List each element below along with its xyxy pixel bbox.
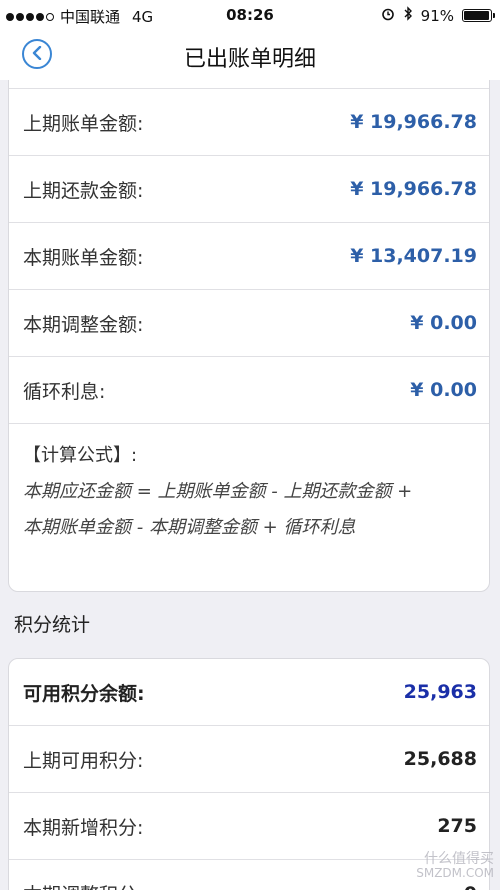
points-row-value: 25,688 (403, 748, 477, 770)
watermark-line: 什么值得买 (424, 851, 494, 867)
points-row-label: 本期新增积分: (23, 816, 144, 839)
bill-row-label: 循环利息: (23, 380, 106, 403)
points-row-label: 可用积分余额: (23, 682, 145, 705)
formula-title: 【计算公式】: (23, 445, 138, 466)
bill-row: 上期还款金额: ¥ 19,966.78 (9, 156, 489, 223)
bill-row-value: ¥ 0.00 (410, 312, 477, 334)
watermark: 什么值得买 SMZDM.COM (416, 852, 494, 880)
page-title: 已出账单明细 (183, 47, 316, 72)
bill-row-value: ¥ 19,966.78 (350, 178, 477, 200)
alarm-icon (381, 7, 395, 25)
points-row: 上期可用积分: 25,688 (9, 726, 489, 793)
formula-line: 本期应还金额 = 上期账单金额 - 上期还款金额 + (23, 481, 413, 502)
scroll-content[interactable]: 上期账单金额: ¥ 19,966.78 上期还款金额: ¥ 19,966.78 … (0, 80, 500, 890)
points-row-value: 25,963 (403, 681, 477, 703)
points-row-label: 上期可用积分: (23, 749, 144, 772)
points-row-value: 0 (464, 883, 477, 890)
points-row-label: 本期调整积分: (23, 880, 143, 890)
bill-row-label: 上期还款金额: (23, 179, 144, 202)
bill-row-value: ¥ 13,407.19 (350, 245, 477, 267)
bill-row: 本期账单金额: ¥ 13,407.19 (9, 223, 489, 290)
points-row: 本期新增积分: 275 (9, 793, 489, 860)
status-bar: 中国联通 4G 08:26 91% (0, 0, 500, 30)
battery-percent: 91% (420, 6, 454, 25)
bill-row-label: 上期账单金额: (23, 112, 144, 135)
watermark-line: SMZDM.COM (416, 866, 494, 880)
status-right: 91% (381, 6, 495, 25)
battery-fill (464, 11, 490, 20)
bill-row: 本期调整金额: ¥ 0.00 (9, 290, 489, 357)
points-row: 可用积分余额: 25,963 (9, 659, 489, 726)
bill-row-value: ¥ 19,966.78 (350, 111, 477, 133)
section-title-points: 积分统计 (14, 614, 91, 636)
nav-bar: 已出账单明细 (0, 30, 500, 80)
formula-block: 【计算公式】: 本期应还金额 = 上期账单金额 - 上期还款金额 + 本期账单金… (23, 438, 479, 546)
battery-icon (462, 9, 495, 22)
bill-row-label: 本期调整金额: (23, 313, 144, 336)
bill-row: 上期账单金额: ¥ 19,966.78 (9, 89, 489, 156)
points-row-value: 275 (437, 815, 477, 837)
bill-row-value: ¥ 0.00 (410, 379, 477, 401)
bill-summary-card: 上期账单金额: ¥ 19,966.78 上期还款金额: ¥ 19,966.78 … (8, 80, 490, 592)
bill-row-label: 本期账单金额: (23, 246, 144, 269)
bill-row: 循环利息: ¥ 0.00 (9, 357, 489, 424)
bluetooth-icon (403, 6, 413, 25)
formula-line: 本期账单金额 - 本期调整金额 + 循环利息 (23, 517, 356, 538)
cut-off-row (9, 80, 489, 89)
